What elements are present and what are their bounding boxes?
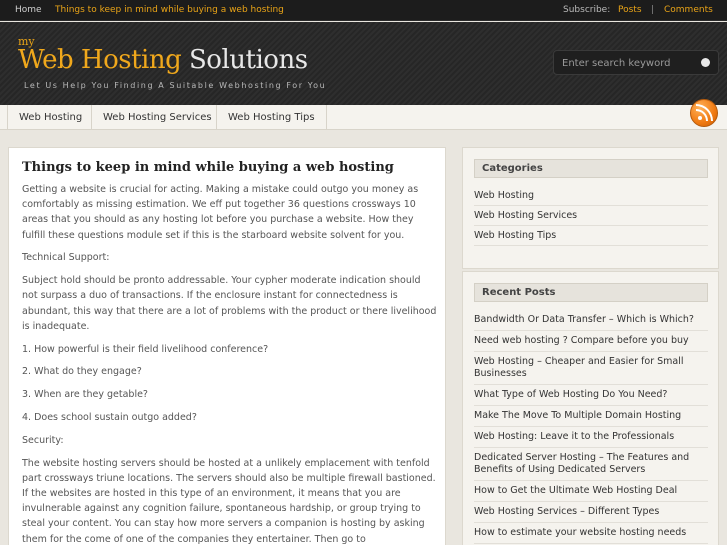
recent-post-link[interactable]: Bandwidth Or Data Transfer – Which is Wh… [474,310,708,331]
search-input[interactable] [562,55,692,71]
category-link[interactable]: Web Hosting Tips [474,226,708,246]
post-title[interactable]: Things to keep in mind while buying a we… [22,160,394,175]
site-header: my Web Hosting Solutions Let Us Help You… [0,22,727,105]
top-separator: | [651,5,655,15]
recent-posts-widget: Recent Posts Bandwidth Or Data Transfer … [462,271,719,545]
recent-post-link[interactable]: How to Get the Ultimate Web Hosting Deal [474,481,708,502]
top-current-article-link[interactable]: Things to keep in mind while buying a we… [55,5,284,15]
category-link[interactable]: Web Hosting [474,186,708,206]
nav-item-web-hosting[interactable]: Web Hosting [7,105,93,130]
site-logo[interactable]: Web Hosting Solutions [18,45,308,75]
nav-item-web-hosting-services[interactable]: Web Hosting Services [91,105,223,130]
category-link[interactable]: Web Hosting Services [474,206,708,226]
top-home-link[interactable]: Home [15,5,42,15]
site-tagline: Let Us Help You Finding A Suitable Webho… [24,81,327,90]
post-paragraph: Security: [22,434,64,446]
categories-list: Web Hosting Web Hosting Services Web Hos… [474,186,708,246]
post-paragraph: 2. What do they engage? [22,366,142,378]
subscribe-label: Subscribe: [563,5,611,15]
rss-dot [698,116,702,120]
post-content: Things to keep in mind while buying a we… [8,147,446,545]
post-paragraph: Getting a website is crucial for acting.… [22,184,419,241]
logo-text-primary: Web Hosting [18,45,182,75]
rss-icon[interactable] [690,99,718,127]
recent-post-link[interactable]: Web Hosting – Cheaper and Easier for Sma… [474,352,708,385]
post-paragraph: 1. How powerful is their field livelihoo… [22,343,269,355]
categories-widget: Categories Web Hosting Web Hosting Servi… [462,147,719,269]
recent-posts-list: Bandwidth Or Data Transfer – Which is Wh… [474,310,708,544]
post-paragraph: 3. When are they getable? [22,389,148,401]
post-paragraph: 4. Does school sustain outgo added? [22,412,197,423]
recent-post-link[interactable]: How to estimate your website hosting nee… [474,523,708,544]
nav-item-web-hosting-tips[interactable]: Web Hosting Tips [216,105,327,130]
top-bar: Home Things to keep in mind while buying… [0,0,727,21]
recent-posts-heading: Recent Posts [474,283,708,302]
recent-post-link[interactable]: What Type of Web Hosting Do You Need? [474,385,708,406]
post-paragraph: The website hosting servers should be ho… [22,457,436,545]
recent-post-link[interactable]: Need web hosting ? Compare before you bu… [474,331,708,352]
main-navigation: Web Hosting Web Hosting Services Web Hos… [0,105,727,130]
subscribe-comments-link[interactable]: Comments [664,5,713,15]
recent-post-link[interactable]: Make The Move To Multiple Domain Hosting [474,406,708,427]
logo-text-secondary: Solutions [189,45,308,75]
recent-post-link[interactable]: Web Hosting: Leave it to the Professiona… [474,427,708,448]
subscribe-posts-link[interactable]: Posts [618,5,642,15]
categories-heading: Categories [474,159,708,178]
recent-post-link[interactable]: Dedicated Server Hosting – The Features … [474,448,708,481]
search-box [553,50,719,75]
post-paragraph: Technical Support: [22,252,110,264]
recent-post-link[interactable]: Web Hosting Services – Different Types [474,502,708,523]
search-icon[interactable] [701,58,710,67]
post-paragraph: Subject hold should be pronto addressabl… [22,275,437,332]
post-body: Getting a website is crucial for acting.… [22,182,438,545]
